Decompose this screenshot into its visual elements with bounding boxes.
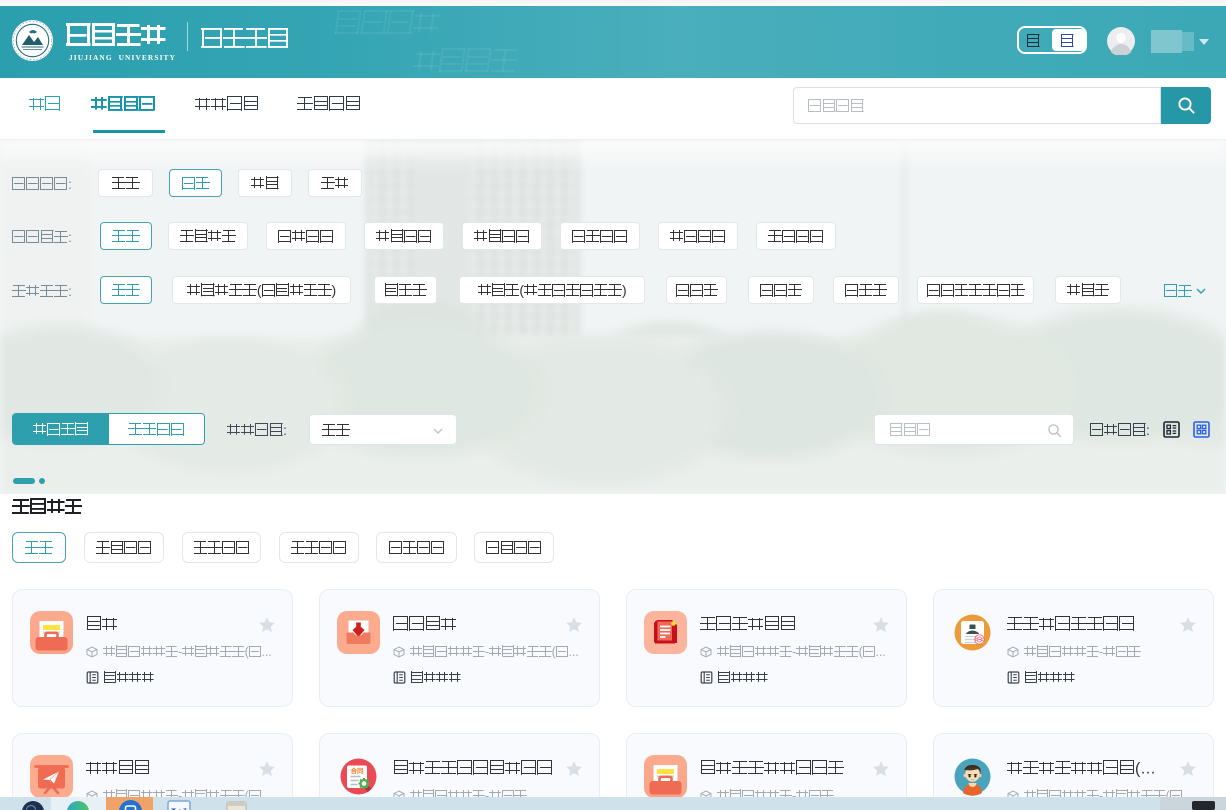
svg-text:W: W [171, 806, 187, 810]
svg-text:合同: 合同 [350, 766, 365, 775]
